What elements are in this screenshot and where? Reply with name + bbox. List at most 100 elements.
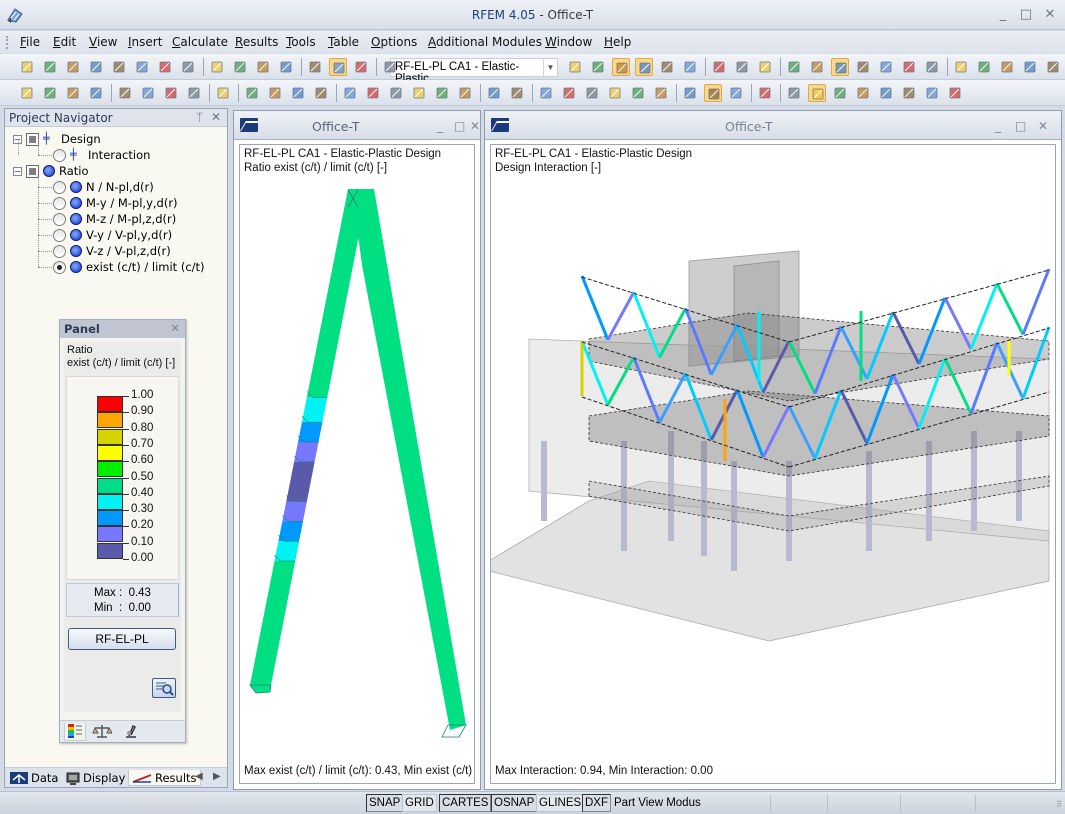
view-close-button[interactable]: ✕ (470, 119, 480, 133)
tree-item[interactable]: − Ratio (13, 163, 89, 179)
toggle-cartes[interactable]: CARTES (439, 794, 492, 812)
show-loads-icon[interactable] (612, 58, 630, 76)
comment-icon[interactable] (185, 84, 203, 102)
view-minimize-button[interactable]: _ (437, 119, 443, 133)
viewport-interaction[interactable]: RF-EL-PL CA1 - Elastic-Plastic Design De… (490, 144, 1056, 784)
view-window-header[interactable]: Office-T _ □ ✕ (485, 111, 1061, 140)
open-network-icon[interactable] (87, 58, 105, 76)
solid-icon[interactable] (266, 84, 284, 102)
panel-zoom-button[interactable] (152, 678, 176, 698)
viewport-ratio[interactable]: RF-EL-PL CA1 - Elastic-Plastic Design Ra… (239, 144, 475, 784)
tree-item[interactable]: exist (c/t) / limit (c/t) (53, 259, 205, 275)
zoom-window-icon[interactable] (485, 84, 503, 102)
line-icon[interactable] (41, 84, 59, 102)
result-radio[interactable] (53, 228, 66, 242)
tab-scroll-right-icon[interactable]: ▶ (213, 771, 221, 782)
view-x-icon[interactable] (560, 84, 578, 102)
tree-item[interactable]: − ╪ Design (13, 131, 101, 147)
view-maximize-button[interactable]: □ (1015, 119, 1026, 133)
support-icon[interactable] (116, 84, 134, 102)
tab-color-scale[interactable] (64, 723, 86, 741)
panel-close-icon[interactable]: ✕ (170, 321, 180, 335)
open-icon[interactable] (41, 58, 59, 76)
load-case-combo[interactable]: RF-EL-PL CA1 - Elastic-Plastic ▼ (390, 58, 558, 85)
grid-layout-icon[interactable] (923, 84, 941, 102)
collapse-icon[interactable]: − (13, 166, 22, 176)
zoom-all-icon[interactable] (508, 84, 526, 102)
result-radio[interactable] (53, 148, 66, 162)
result-surface-icon[interactable] (831, 84, 849, 102)
result-radio[interactable] (53, 260, 66, 274)
new-window-icon[interactable] (277, 58, 295, 76)
tab-data[interactable]: Data (7, 770, 61, 786)
minimize-button[interactable]: _ (993, 6, 1013, 24)
result-radio[interactable] (53, 180, 66, 194)
toggle-grid[interactable]: GRID (402, 794, 437, 812)
result-radio[interactable] (53, 196, 66, 210)
tab-factors[interactable] (92, 723, 114, 741)
member-icon[interactable] (64, 84, 82, 102)
load-line-icon[interactable] (410, 84, 428, 102)
visibility-icon[interactable] (312, 84, 330, 102)
result-line-icon[interactable] (900, 84, 918, 102)
mesh-icon[interactable] (785, 58, 803, 76)
result-arrow-icon[interactable] (877, 84, 895, 102)
new-file-icon[interactable] (18, 58, 36, 76)
tree-item[interactable]: ╪ Interaction (53, 147, 150, 163)
mirror-icon[interactable] (975, 58, 993, 76)
menu-additional-modules[interactable]: Additional Modules (428, 35, 542, 49)
frame-model[interactable] (240, 145, 475, 784)
view-window-header[interactable]: Office-T _ □ ✕ (234, 111, 480, 140)
menu-options[interactable]: Options (371, 35, 417, 49)
menu-window[interactable]: Window (545, 35, 592, 49)
generate-icon[interactable] (456, 84, 474, 102)
panel-header[interactable]: Panel ✕ (60, 320, 185, 338)
tab-results[interactable]: Results (128, 770, 201, 786)
menu-tools[interactable]: Tools (286, 35, 316, 49)
menu-results[interactable]: Results (235, 35, 278, 49)
undo-icon[interactable] (208, 58, 226, 76)
zoom-reset-icon[interactable] (537, 84, 555, 102)
view-maximize-button[interactable]: □ (454, 119, 465, 133)
result-radio[interactable] (53, 212, 66, 226)
menu-file[interactable]: File (20, 35, 40, 49)
close-button[interactable]: ✕ (1040, 6, 1060, 24)
opening-icon[interactable] (289, 84, 307, 102)
rotate-icon[interactable] (923, 58, 941, 76)
view-iso-icon[interactable] (831, 58, 849, 76)
print-report-icon[interactable] (133, 58, 151, 76)
cross-icon[interactable] (998, 58, 1016, 76)
save-icon[interactable] (110, 58, 128, 76)
navigator-toggle-icon[interactable] (329, 58, 347, 76)
filter-icon[interactable] (704, 84, 722, 102)
model-shade-icon[interactable] (727, 84, 745, 102)
section-view-icon[interactable] (756, 84, 774, 102)
tab-scroll-left-icon[interactable]: ◀ (195, 771, 203, 782)
toggle-snap[interactable]: SNAP (366, 794, 404, 812)
show-results-icon[interactable] (658, 58, 676, 76)
tree-item[interactable]: N / N-pl,d(r) (53, 179, 154, 195)
resize-grip-icon[interactable]: ⠿ (1056, 800, 1062, 809)
node-icon[interactable] (18, 84, 36, 102)
dimension-icon[interactable] (162, 84, 180, 102)
print-icon[interactable] (156, 58, 174, 76)
table-toggle-icon[interactable] (352, 58, 370, 76)
open-archive-icon[interactable] (64, 58, 82, 76)
result-diagram-icon[interactable] (733, 58, 751, 76)
menu-table[interactable]: Table (328, 35, 359, 49)
toggle-osnap[interactable]: OSNAP (491, 794, 538, 812)
surface-icon[interactable] (243, 84, 261, 102)
edit-icon[interactable] (254, 58, 272, 76)
module-button[interactable]: RF-EL-PL (68, 628, 176, 650)
view-side-icon[interactable] (877, 58, 895, 76)
function-icon[interactable] (710, 58, 728, 76)
view-y-icon[interactable] (583, 84, 601, 102)
view-close-button[interactable]: ✕ (1038, 119, 1048, 133)
load-solid-icon[interactable] (433, 84, 451, 102)
menu-grip[interactable] (6, 36, 9, 49)
view-z-icon[interactable] (606, 84, 624, 102)
tree-item[interactable]: M-z / M-pl,z,d(r) (53, 211, 176, 227)
group-checkbox[interactable] (26, 164, 39, 178)
view-box-icon[interactable] (629, 84, 647, 102)
maximize-button[interactable]: □ (1016, 6, 1036, 24)
